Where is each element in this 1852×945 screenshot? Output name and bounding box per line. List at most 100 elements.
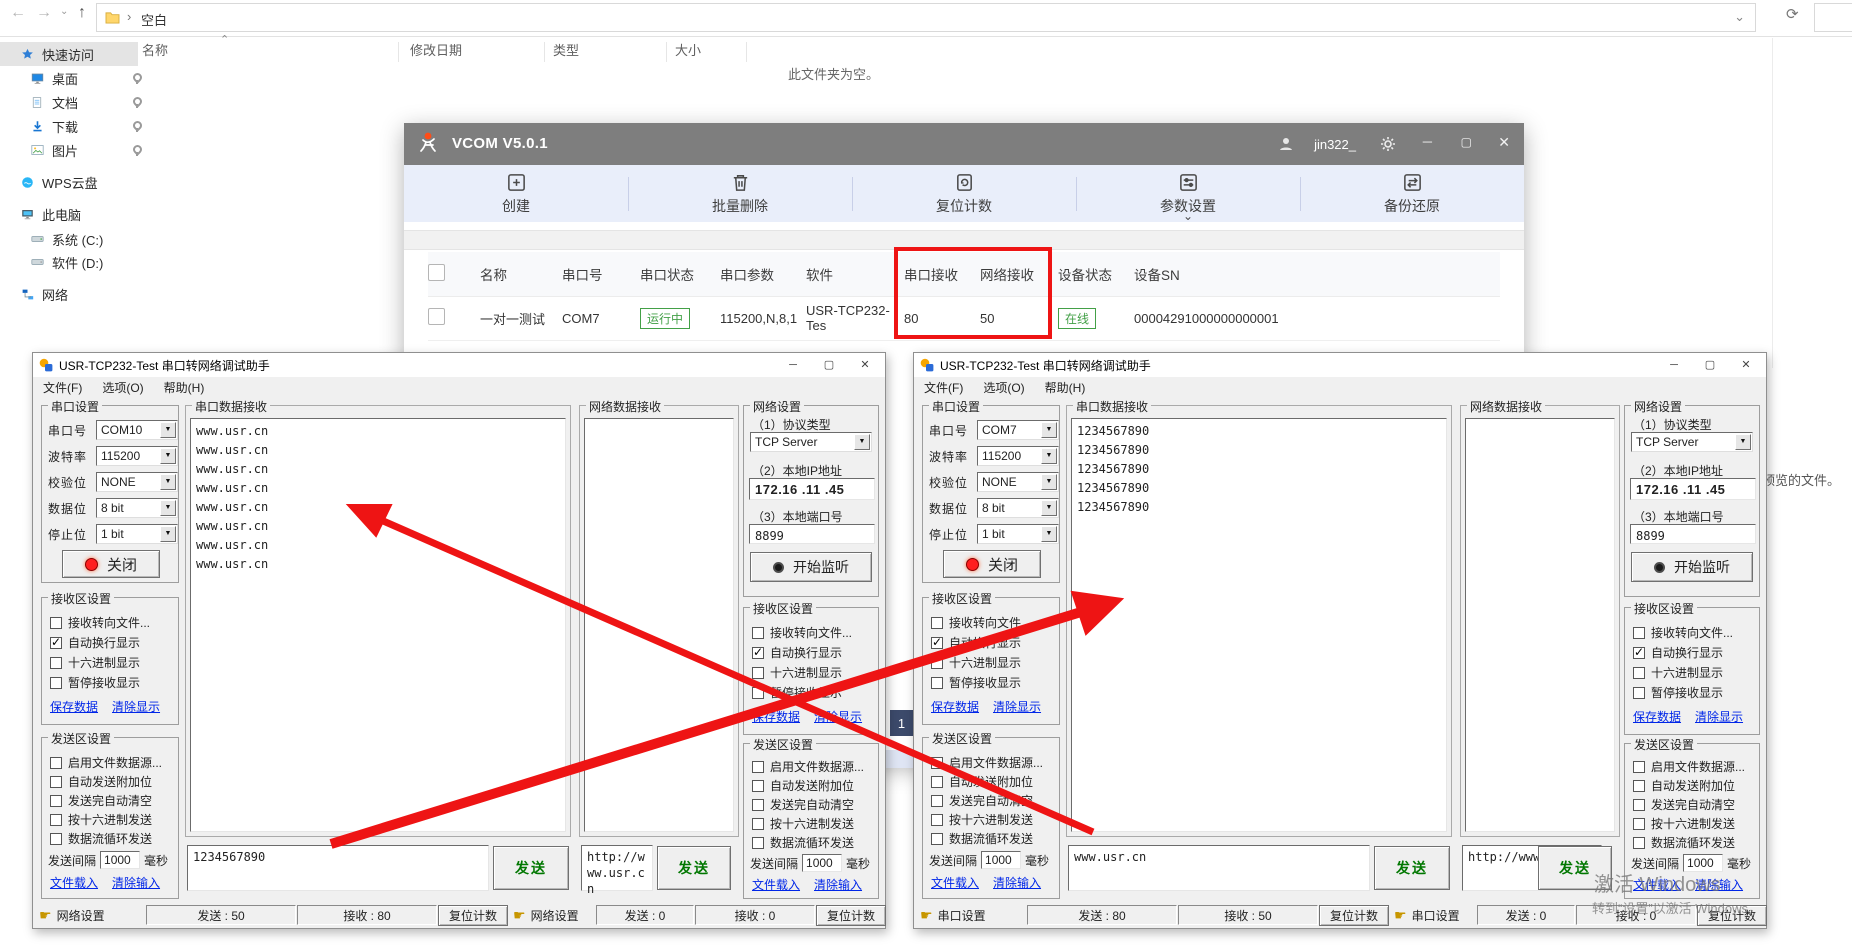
toolbar-create-button[interactable]: 创建 — [404, 165, 628, 222]
checkbox-icon[interactable] — [752, 837, 764, 849]
menu-file[interactable]: 文件(F) — [924, 379, 963, 396]
clear-input-link[interactable]: 清除输入 — [112, 874, 160, 891]
combo-arrow-icon[interactable] — [1041, 474, 1057, 490]
checkbox-clear-after-send[interactable]: 发送完自动清空 — [1633, 796, 1735, 813]
reset-count-button[interactable]: 复位计数 — [1319, 905, 1389, 926]
checkbox-file-source[interactable]: 启用文件数据源... — [1633, 758, 1745, 775]
combo-arrow-icon[interactable] — [160, 500, 176, 516]
toolbar-reset-count-button[interactable]: 复位计数 — [852, 165, 1076, 222]
protocol-select[interactable]: TCP Server — [750, 432, 872, 452]
checkbox-loop-send[interactable]: 数据流循环发送 — [50, 830, 152, 847]
checkbox-icon[interactable] — [752, 780, 764, 792]
checkbox-icon[interactable] — [1633, 761, 1645, 773]
clear-input-link[interactable]: 清除输入 — [814, 876, 862, 893]
serial-send-input[interactable]: www.usr.cn — [1068, 845, 1370, 891]
clear-display-link[interactable]: 清除显示 — [993, 698, 1041, 715]
checkbox-icon[interactable] — [931, 833, 943, 845]
checkbox-icon[interactable] — [1633, 627, 1645, 639]
checkbox-icon[interactable] — [752, 647, 764, 659]
interval-input[interactable]: 1000 — [1683, 854, 1723, 872]
reset-count-button[interactable]: 复位计数 — [438, 905, 508, 926]
vcom-title-bar[interactable]: VCOM V5.0.1 jin322_ ─ ▢ ✕ — [404, 123, 1524, 165]
sidebar-item-desktop[interactable]: 桌面 — [0, 66, 148, 90]
checkbox-icon[interactable] — [931, 814, 943, 826]
checkbox-icon[interactable] — [50, 814, 62, 826]
combo-arrow-icon[interactable] — [1041, 448, 1057, 464]
local-ip-input[interactable]: 172.16 .11 .45 — [749, 478, 875, 500]
vcom-table-row[interactable]: 一对一测试 COM7 运行中 115200,N,8,1 USR-TCP232-T… — [428, 296, 1500, 341]
checkbox-icon[interactable] — [931, 677, 943, 689]
checkbox-auto-append[interactable]: 自动发送附加位 — [1633, 777, 1735, 794]
save-data-link[interactable]: 保存数据 — [931, 698, 979, 715]
load-file-link[interactable]: 文件载入 — [931, 874, 979, 891]
forward-icon[interactable]: → — [36, 4, 52, 22]
save-data-link[interactable]: 保存数据 — [50, 698, 98, 715]
interval-input[interactable]: 1000 — [100, 851, 140, 869]
clear-input-link[interactable]: 清除输入 — [993, 874, 1041, 891]
net-recv-area[interactable] — [584, 418, 734, 832]
clear-input-link[interactable]: 清除输入 — [1695, 876, 1743, 893]
stop-bits-select[interactable]: 1 bit — [977, 524, 1059, 544]
close-button[interactable]: ✕ — [1498, 134, 1510, 151]
clear-display-link[interactable]: 清除显示 — [814, 708, 862, 725]
back-icon[interactable]: ← — [10, 4, 26, 22]
minimize-button[interactable]: ─ — [1423, 134, 1432, 149]
checkbox-icon[interactable] — [1633, 687, 1645, 699]
checkbox-icon[interactable] — [50, 776, 62, 788]
combo-arrow-icon[interactable] — [854, 434, 870, 450]
protocol-select[interactable]: TCP Server — [1631, 432, 1753, 452]
column-header-type[interactable]: 类型 — [553, 40, 579, 66]
menu-help[interactable]: 帮助(H) — [164, 379, 205, 396]
combo-arrow-icon[interactable] — [1735, 434, 1751, 450]
combo-arrow-icon[interactable] — [160, 474, 176, 490]
select-all-checkbox[interactable] — [428, 264, 445, 281]
checkbox-hex-send[interactable]: 按十六进制发送 — [50, 811, 152, 828]
checkbox-loop-send[interactable]: 数据流循环发送 — [1633, 834, 1735, 851]
reset-count-button[interactable]: 复位计数 — [816, 905, 886, 926]
close-port-button[interactable]: 关闭 — [62, 550, 160, 578]
checkbox-hex-display[interactable]: 十六进制显示 — [931, 654, 1021, 671]
load-file-link[interactable]: 文件载入 — [752, 876, 800, 893]
checkbox-recv-to-file[interactable]: 接收转向文件... — [50, 614, 150, 631]
checkbox-file-source[interactable]: 启用文件数据源... — [752, 758, 864, 775]
checkbox-icon[interactable] — [1633, 799, 1645, 811]
vcom-col-serial-rx[interactable]: 串口接收 — [904, 264, 980, 284]
minimize-button[interactable]: ─ — [1656, 353, 1692, 376]
toolbar-batch-delete-button[interactable]: 批量删除 — [628, 165, 852, 222]
net-send-button[interactable]: 发送 — [1538, 846, 1612, 890]
sidebar-item-drive-d[interactable]: 软件 (D:) — [0, 250, 148, 274]
up-icon[interactable]: ↑ — [78, 4, 86, 22]
checkbox-auto-wrap[interactable]: 自动换行显示 — [50, 634, 140, 651]
column-separator[interactable] — [398, 42, 399, 62]
row-checkbox[interactable] — [428, 308, 445, 325]
com-port-select[interactable]: COM7 — [977, 420, 1059, 440]
vcom-col-software[interactable]: 软件 — [806, 264, 904, 284]
start-listen-button[interactable]: 开始监听 — [1631, 552, 1753, 582]
baud-rate-select[interactable]: 115200 — [96, 446, 178, 466]
serial-recv-area[interactable]: 1234567890 1234567890 1234567890 1234567… — [1071, 418, 1447, 832]
serial-send-input[interactable]: 1234567890 — [187, 845, 489, 891]
checkbox-icon[interactable] — [931, 795, 943, 807]
vcom-col-port[interactable]: 串口号 — [562, 264, 640, 284]
checkbox-hex-send[interactable]: 按十六进制发送 — [752, 815, 854, 832]
history-dropdown-icon[interactable]: ⌄ — [60, 6, 68, 17]
checkbox-auto-wrap[interactable]: 自动换行显示 — [1633, 644, 1723, 661]
column-separator[interactable] — [746, 42, 747, 62]
column-separator[interactable] — [544, 42, 545, 62]
checkbox-icon[interactable] — [752, 687, 764, 699]
reset-count-button[interactable]: 复位计数 — [1697, 905, 1767, 926]
checkbox-auto-append[interactable]: 自动发送附加位 — [931, 773, 1033, 790]
checkbox-clear-after-send[interactable]: 发送完自动清空 — [50, 792, 152, 809]
checkbox-icon[interactable] — [50, 833, 62, 845]
network-settings-toggle[interactable]: ☛网络设置 — [509, 907, 595, 924]
window-title-bar[interactable]: USR-TCP232-Test 串口转网络调试助手 ─ ▢ ✕ — [914, 353, 1766, 377]
checkbox-pause-recv[interactable]: 暂停接收显示 — [752, 684, 842, 701]
checkbox-icon[interactable] — [50, 657, 62, 669]
data-bits-select[interactable]: 8 bit — [96, 498, 178, 518]
vcom-col-sn[interactable]: 设备SN — [1134, 264, 1434, 284]
sidebar-item-downloads[interactable]: 下载 — [0, 114, 148, 138]
combo-arrow-icon[interactable] — [160, 526, 176, 542]
window-title-bar[interactable]: USR-TCP232-Test 串口转网络调试助手 ─ ▢ ✕ — [33, 353, 885, 377]
stop-bits-select[interactable]: 1 bit — [96, 524, 178, 544]
checkbox-icon[interactable] — [752, 627, 764, 639]
